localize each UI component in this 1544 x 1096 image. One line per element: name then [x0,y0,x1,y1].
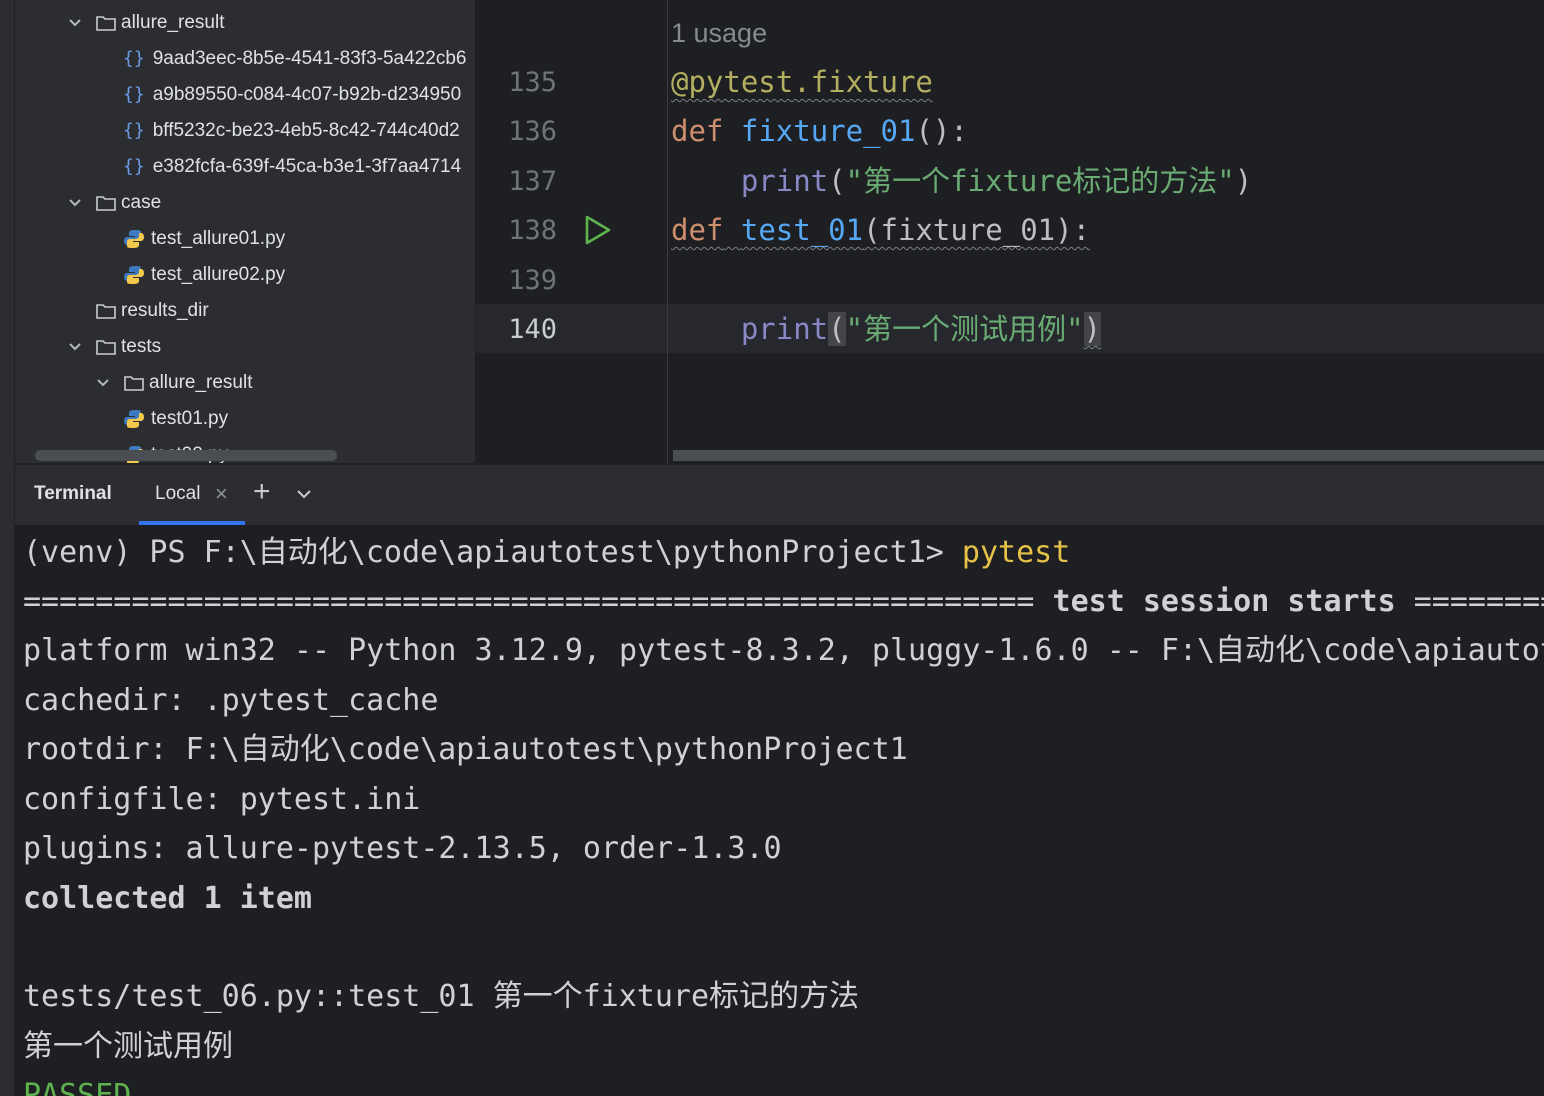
plus-icon[interactable]: + [253,477,271,507]
json-file-icon: {} [123,84,145,105]
tree-horizontal-scrollbar[interactable] [35,450,337,461]
code-line-138: def test_01(fixture_01): [671,206,1090,255]
editor-horizontal-scrollbar[interactable] [673,450,1544,461]
function-name-token: fixture_01 [740,114,916,148]
folder-icon [96,196,116,211]
chevron-down-icon[interactable] [65,13,85,33]
terminal-line: plugins: allure-pytest-2.13.5, order-1.3… [23,831,782,866]
keyword-token: def [671,114,724,148]
terminal-line: (venv) PS F:\自动化\code\apiautotest\python… [23,528,1070,577]
run-test-icon[interactable] [583,214,613,246]
line-number: 137 [508,166,557,197]
line-number: 139 [508,265,557,296]
code-line-136: def fixture_01(): [671,107,968,156]
terminal-output[interactable]: (venv) PS F:\自动化\code\apiautotest\python… [15,525,1544,1096]
session-title: test session starts [1052,584,1396,619]
tree-item-file[interactable]: test01.py [123,401,228,437]
tree-item-label: allure_result [121,12,225,33]
separator: ========================================… [23,584,1053,619]
punctuation-token: ) [1234,164,1253,198]
keyword-token: def [671,213,724,247]
tree-item-folder[interactable]: results_dir [95,293,209,329]
terminal-toolbar: Terminal Local × + [15,465,1544,525]
string-token: "第一个fixture标记的方法" [845,164,1235,198]
code-editor[interactable]: 1 usage 135 136 137 138 139 140 @pytest.… [475,0,1544,463]
left-tool-strip [0,0,14,1096]
tree-item-label: results_dir [121,300,209,321]
json-file-icon: {} [123,120,145,141]
line-number: 136 [508,116,557,147]
punctuation-token: (fixture_01): [863,213,1091,247]
tree-item-label: e382fcfa-639f-45ca-b3e1-3f7aa4714 [152,156,462,177]
separator: ======== [1395,584,1544,619]
tree-item-file[interactable]: {} bff5232c-be23-4eb5-8c42-744c40d2 [123,113,460,149]
terminal-line: ========================================… [23,577,1544,626]
tree-item-label: test_allure01.py [151,228,286,249]
prompt: (venv) PS F:\自动化\code\apiautotest\python… [23,535,962,570]
tab-local[interactable]: Local × [139,465,245,525]
tree-item-label: test01.py [151,408,229,429]
line-number: 135 [508,67,557,98]
chevron-down-icon[interactable] [65,337,85,357]
gutter-separator [667,0,668,463]
string-token: "第一个测试用例" [845,312,1084,346]
terminal-line: 第一个测试用例 [23,1029,233,1064]
command: pytest [961,535,1071,570]
tree-item-file[interactable]: {} e382fcfa-639f-45ca-b3e1-3f7aa4714 [123,149,461,185]
chevron-down-icon[interactable] [295,485,313,503]
folder-icon [96,16,116,31]
terminal-line: cachedir: .pytest_cache [23,683,439,718]
terminal-line-passed: PASSED [23,1078,132,1096]
tab-label: Local [155,483,201,504]
brace-highlight: ( [828,312,846,346]
python-file-icon [124,410,144,428]
tree-item-file[interactable]: {} 9aad3eec-8b5e-4541-83f3-5a422cb6 [123,41,466,77]
tree-item-label: test_allure02.py [151,264,286,285]
tree-item-label: 9aad3eec-8b5e-4541-83f3-5a422cb6 [152,48,467,69]
function-name-token: test_01 [740,213,864,247]
tree-item-label: a9b89550-c084-4c07-b92b-d234950 [152,84,462,105]
python-file-icon [124,266,144,284]
code-line-137: print("第一个fixture标记的方法") [671,157,1252,206]
folder-icon [124,376,144,391]
folder-icon [96,340,116,355]
line-number: 140 [508,314,557,345]
python-file-icon [124,230,144,248]
terminal-line: tests/test_06.py::test_01 第一个fixture标记的方… [23,979,860,1014]
code-line-135: @pytest.fixture [671,58,933,107]
brace-highlight: ) [1083,312,1102,346]
chevron-down-icon[interactable] [93,373,113,393]
tree-item-label: allure_result [149,372,253,393]
chevron-down-icon[interactable] [65,193,85,213]
usage-hint[interactable]: 1 usage [671,10,767,56]
tree-item-file[interactable]: test_allure02.py [123,257,285,293]
decorator-token: @pytest.fixture [671,65,933,99]
terminal-line: configfile: pytest.ini [23,782,421,817]
json-file-icon: {} [123,156,145,177]
json-file-icon: {} [123,48,145,69]
builtin-token: print [740,164,829,198]
line-number: 138 [508,215,557,246]
code-line-140: print("第一个测试用例") [671,305,1102,354]
terminal-line: rootdir: F:\自动化\code\apiautotest\pythonP… [23,732,908,767]
tree-item-file[interactable]: {} a9b89550-c084-4c07-b92b-d234950 [123,77,461,113]
punctuation-token: ( [828,164,846,198]
close-icon[interactable]: × [215,481,228,507]
builtin-token: print [740,312,829,346]
terminal-title: Terminal [34,483,112,504]
tree-item-label: bff5232c-be23-4eb5-8c42-744c40d2 [152,120,460,141]
terminal-line: collected 1 item [23,881,312,916]
project-tree: allure_result {} 9aad3eec-8b5e-4541-83f3… [15,0,475,463]
tree-item-label: tests [121,336,162,357]
tree-item-label: case [121,192,162,213]
tree-item-file[interactable]: test_allure01.py [123,221,285,257]
punctuation-token: (): [915,114,968,148]
folder-icon [96,304,116,319]
terminal-line: platform win32 -- Python 3.12.9, pytest-… [23,633,1544,668]
